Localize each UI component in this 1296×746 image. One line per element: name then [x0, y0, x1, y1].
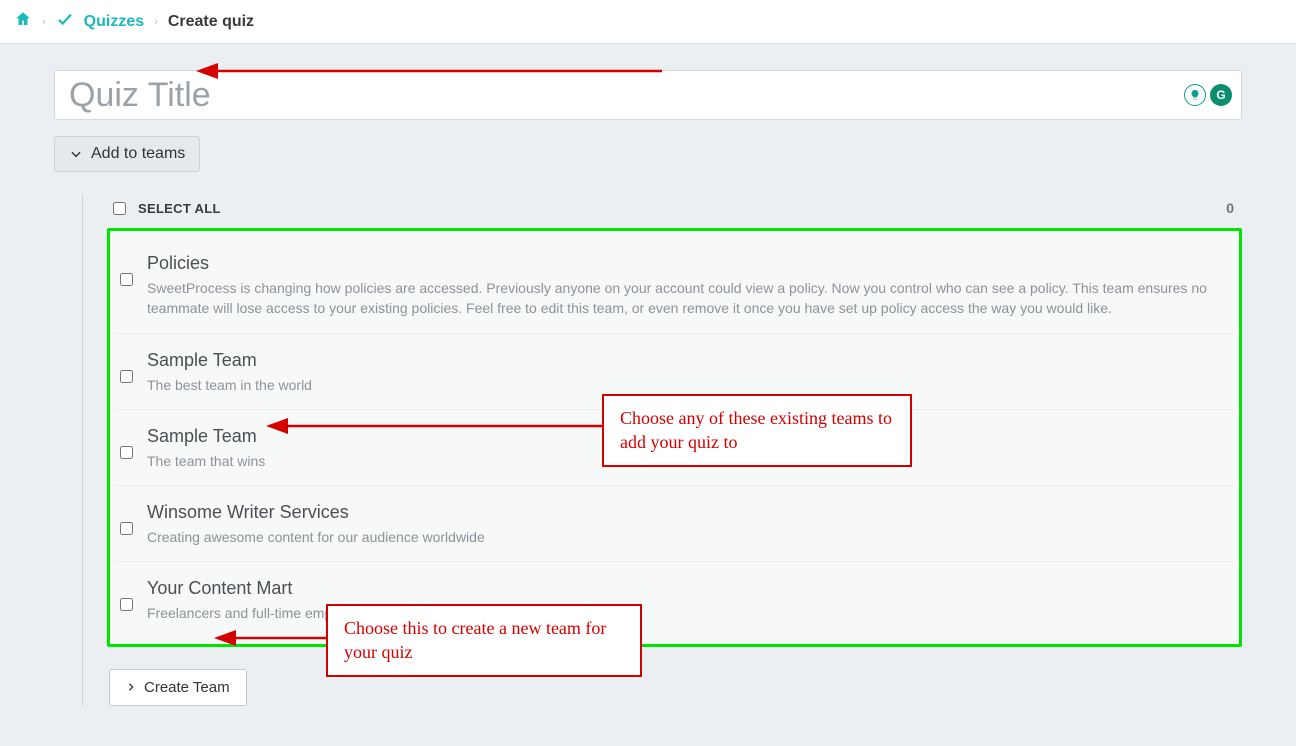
- add-to-teams-button[interactable]: Add to teams: [54, 136, 200, 172]
- team-title: Winsome Writer Services: [147, 502, 1223, 523]
- team-checkbox[interactable]: [120, 522, 133, 535]
- team-checkbox[interactable]: [120, 273, 133, 286]
- team-title: Your Content Mart: [147, 578, 1223, 599]
- chevron-right-icon: [126, 682, 136, 692]
- breadcrumb-quizzes[interactable]: Quizzes: [84, 13, 144, 31]
- team-row[interactable]: Winsome Writer Services Creating awesome…: [116, 485, 1233, 561]
- quiz-title-row: G: [54, 70, 1242, 120]
- select-all-label: Select all: [138, 201, 221, 216]
- team-desc: Freelancers and full-time employees of o…: [147, 603, 1223, 623]
- team-desc: Creating awesome content for our audienc…: [147, 527, 1223, 547]
- create-team-label: Create Team: [144, 679, 230, 696]
- team-row[interactable]: Policies SweetProcess is changing how po…: [116, 237, 1233, 333]
- input-helper-icons: G: [1184, 84, 1232, 106]
- team-desc: The team that wins: [147, 451, 1223, 471]
- select-all-checkbox[interactable]: [113, 202, 126, 215]
- team-checkbox[interactable]: [120, 598, 133, 611]
- team-desc: SweetProcess is changing how policies ar…: [147, 278, 1223, 319]
- team-row[interactable]: Sample Team The team that wins: [116, 409, 1233, 485]
- team-checkbox[interactable]: [120, 446, 133, 459]
- team-row[interactable]: Sample Team The best team in the world: [116, 333, 1233, 409]
- select-all-row: Select all 0: [107, 194, 1242, 228]
- team-checkbox[interactable]: [120, 370, 133, 383]
- breadcrumb-sep: ›: [154, 16, 158, 28]
- team-title: Sample Team: [147, 426, 1223, 447]
- team-title: Policies: [147, 253, 1223, 274]
- team-title: Sample Team: [147, 350, 1223, 371]
- selected-count: 0: [1226, 200, 1236, 216]
- page-body: G Add to teams Select all 0 Policies Swe…: [0, 44, 1296, 746]
- quiz-title-input[interactable]: [54, 70, 1242, 120]
- check-icon: [56, 10, 74, 33]
- home-icon[interactable]: [14, 10, 32, 33]
- team-desc: The best team in the world: [147, 375, 1223, 395]
- teams-section: Select all 0 Policies SweetProcess is ch…: [82, 194, 1242, 706]
- team-row[interactable]: Your Content Mart Freelancers and full-t…: [116, 561, 1233, 637]
- grammarly-icon[interactable]: G: [1210, 84, 1232, 106]
- breadcrumb-sep: ›: [42, 16, 46, 28]
- lightbulb-icon[interactable]: [1184, 84, 1206, 106]
- breadcrumb-current: Create quiz: [168, 13, 254, 31]
- breadcrumb: › Quizzes › Create quiz: [0, 0, 1296, 44]
- create-team-button[interactable]: Create Team: [109, 669, 247, 706]
- chevron-down-icon: [69, 147, 83, 161]
- team-list: Policies SweetProcess is changing how po…: [107, 228, 1242, 647]
- add-to-teams-label: Add to teams: [91, 145, 185, 163]
